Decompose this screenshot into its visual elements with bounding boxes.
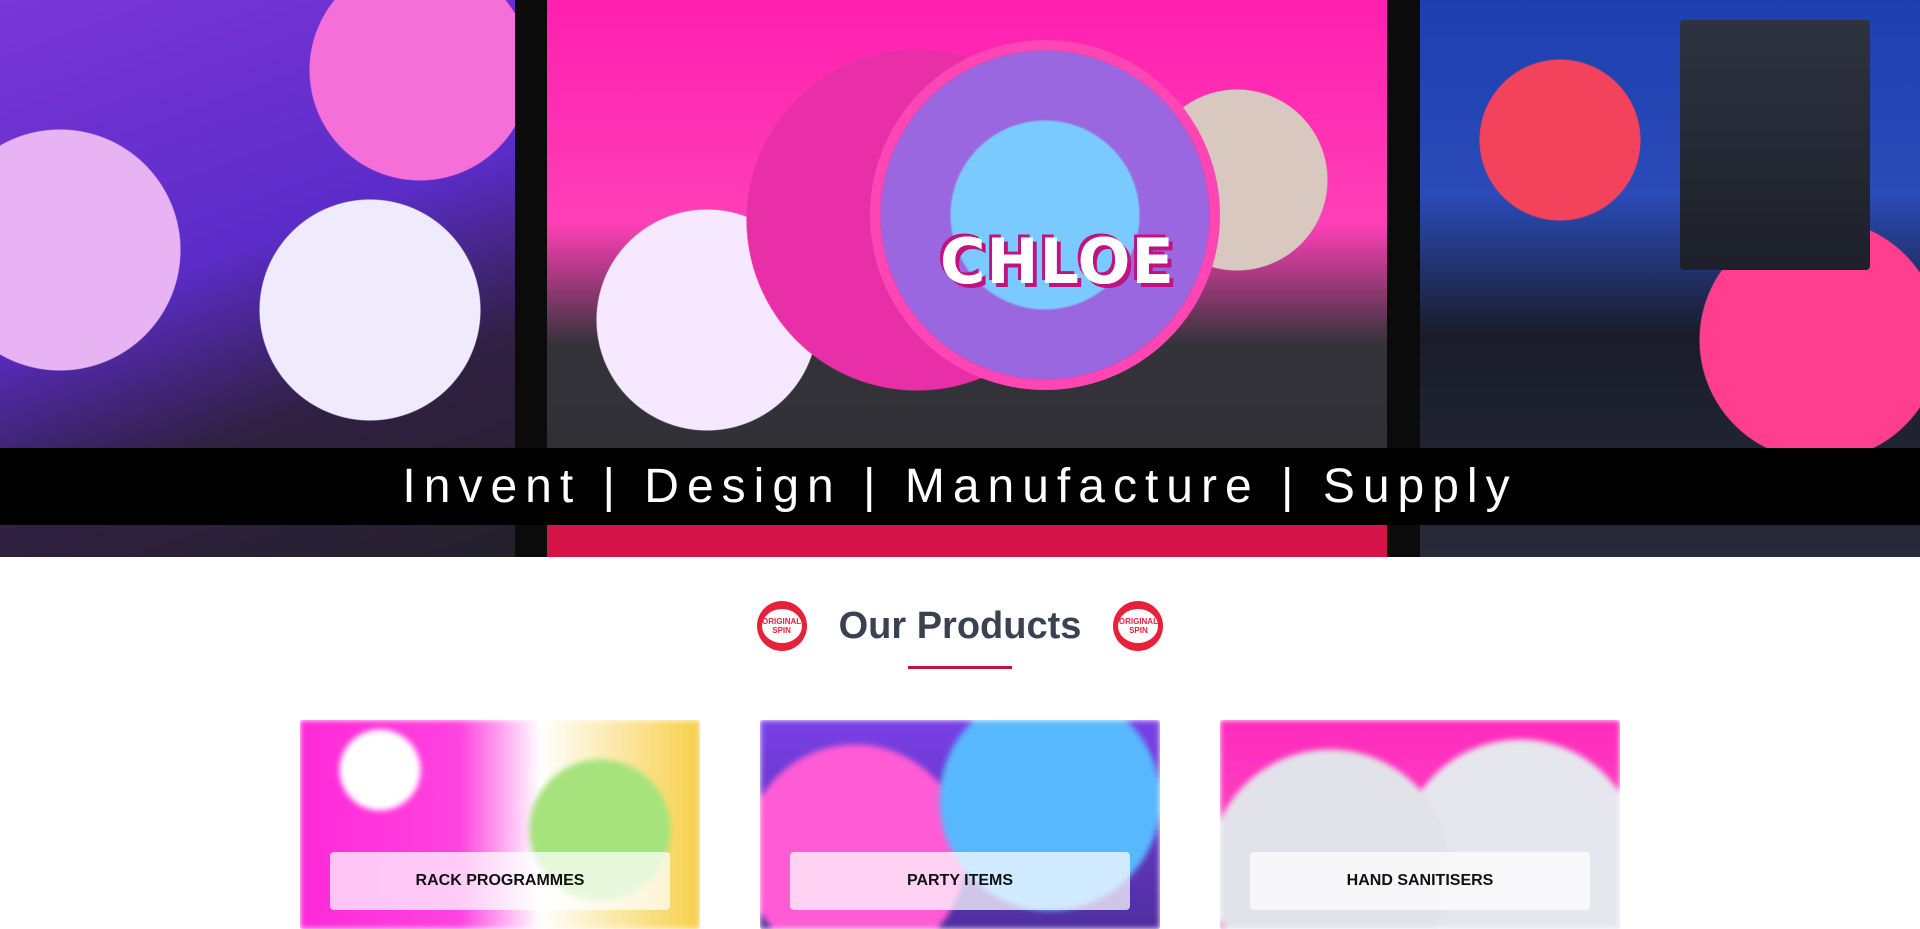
section-title-underline <box>908 666 1012 669</box>
product-card-hand-sanitisers[interactable]: HAND SANITISERS <box>1220 720 1620 929</box>
product-card-party-items[interactable]: PARTY ITEMS <box>760 720 1160 929</box>
hero-banner: CHLOE Invent | Design | Manufacture | Su… <box>0 0 1920 557</box>
section-title: Our Products <box>838 604 1082 647</box>
product-cards: RACK PROGRAMMES PARTY ITEMS HAND SANITIS… <box>300 720 1620 929</box>
logo-text-line1: ORIGINAL <box>762 617 802 626</box>
logo-text-line1: ORIGINAL <box>1118 617 1158 626</box>
product-card-label[interactable]: PARTY ITEMS <box>790 852 1130 910</box>
accent-stripe <box>547 525 1387 557</box>
party-plate-graphic <box>870 40 1220 390</box>
original-spin-logo-left: ORIGINAL SPIN <box>756 601 807 651</box>
tagline-bar: Invent | Design | Manufacture | Supply <box>0 448 1920 525</box>
logo-badge: ORIGINAL SPIN <box>1118 609 1159 643</box>
logo-text-line2: SPIN <box>772 626 791 635</box>
product-card-label[interactable]: HAND SANITISERS <box>1250 852 1590 910</box>
original-spin-logo-right: ORIGINAL SPIN <box>1113 601 1164 651</box>
logo-badge: ORIGINAL SPIN <box>761 609 802 643</box>
product-card-label[interactable]: RACK PROGRAMMES <box>330 852 670 910</box>
logo-text-line2: SPIN <box>1129 626 1148 635</box>
products-heading: ORIGINAL SPIN Our Products ORIGINAL SPIN <box>0 598 1920 654</box>
plate-name-text: CHLOE <box>940 225 1175 298</box>
filing-cabinet-graphic <box>1680 20 1870 270</box>
product-card-rack-programmes[interactable]: RACK PROGRAMMES <box>300 720 700 929</box>
hero-tagline: Invent | Design | Manufacture | Supply <box>402 460 1518 513</box>
